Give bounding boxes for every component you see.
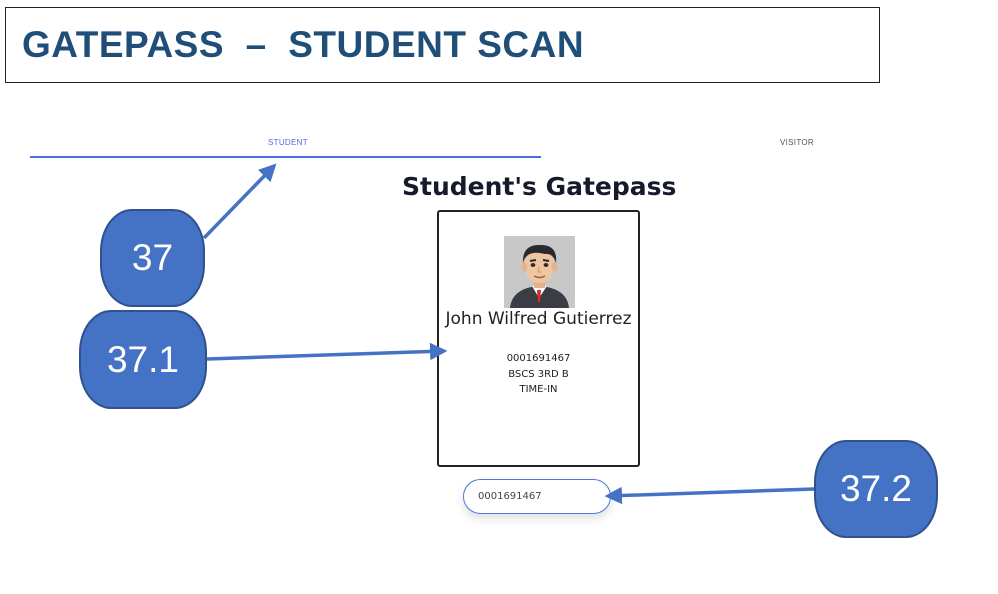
tab-student[interactable]: STUDENT	[268, 138, 308, 147]
title-banner: GATEPASS – STUDENT SCAN	[5, 7, 880, 83]
banner-title: GATEPASS – STUDENT SCAN	[22, 24, 585, 65]
user-avatar-icon	[504, 236, 575, 308]
callout-37: 37	[100, 209, 205, 307]
active-tab-indicator	[30, 156, 541, 158]
arrow-37-1	[206, 342, 448, 361]
student-course: BSCS 3RD B	[508, 369, 569, 380]
student-name: John Wilfred Gutierrez	[445, 309, 632, 329]
tab-visitor[interactable]: VISITOR	[780, 138, 814, 147]
scan-status: TIME-IN	[519, 384, 558, 395]
gatepass-card: John Wilfred Gutierrez 0001691467 BSCS 3…	[437, 210, 640, 467]
student-id-number: 0001691467	[506, 353, 571, 364]
arrow-37-2	[604, 486, 815, 505]
arrow-37	[202, 163, 277, 240]
callout-37-1: 37.1	[79, 310, 207, 409]
page-title: Student's Gatepass	[402, 172, 677, 201]
callout-37-2: 37.2	[814, 440, 938, 538]
student-id-scan-input[interactable]	[463, 479, 611, 514]
